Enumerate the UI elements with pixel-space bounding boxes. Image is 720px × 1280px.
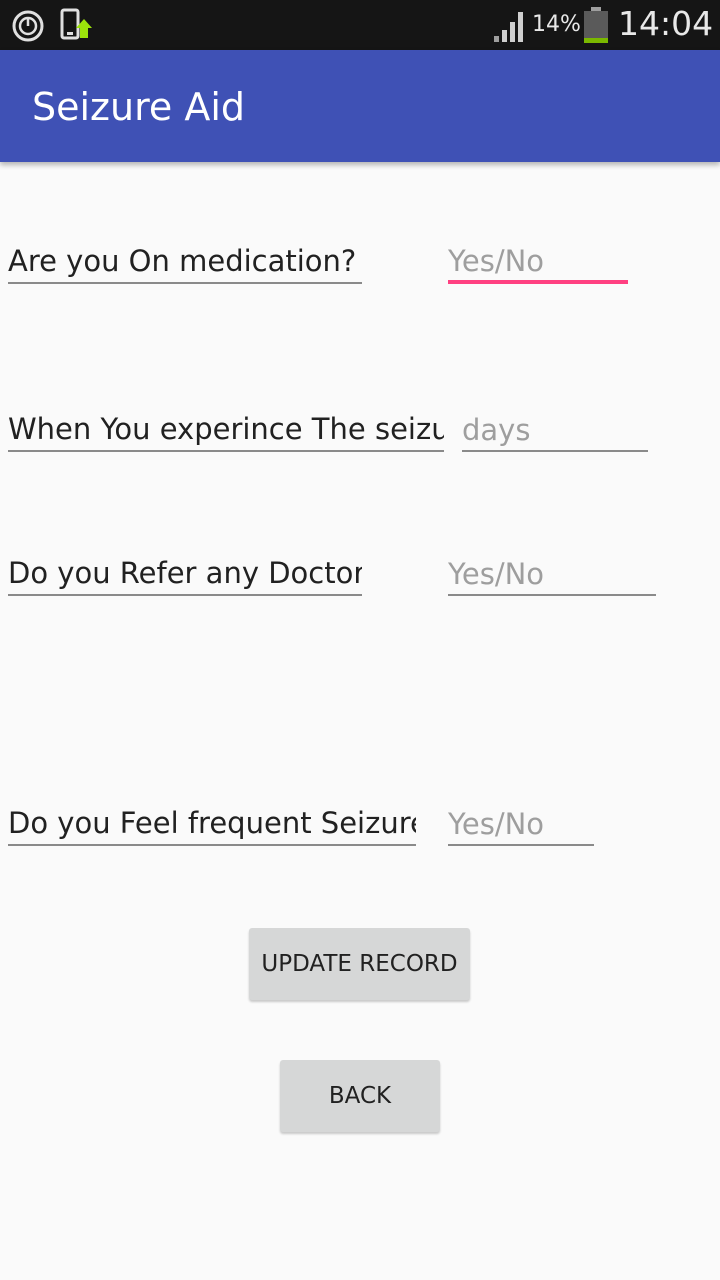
seizure-timing-label: When You experince The seizure (8, 410, 444, 452)
signal-icon (492, 8, 528, 48)
battery-icon (582, 6, 610, 48)
sync-icon (10, 8, 46, 48)
app-bar: Seizure Aid (0, 50, 720, 162)
phone-update-icon (58, 8, 94, 48)
clock: 14:04 (618, 4, 714, 43)
battery-percent: 14% (532, 12, 581, 37)
doctor-label: Do you Refer any Doctor? (8, 554, 362, 596)
back-button[interactable]: BACK (280, 1060, 440, 1132)
doctor-input[interactable] (448, 554, 656, 596)
medication-input[interactable] (448, 242, 628, 284)
frequent-seizures-label: Do you Feel frequent Seizures (8, 804, 416, 846)
frequent-seizures-input[interactable] (448, 804, 594, 846)
seizure-days-input[interactable] (462, 410, 648, 452)
app-title: Seizure Aid (32, 85, 246, 129)
medication-label: Are you On medication? (8, 242, 362, 284)
update-record-button[interactable]: UPDATE RECORD (249, 928, 470, 1000)
status-bar: 14% 14:04 (0, 0, 720, 50)
